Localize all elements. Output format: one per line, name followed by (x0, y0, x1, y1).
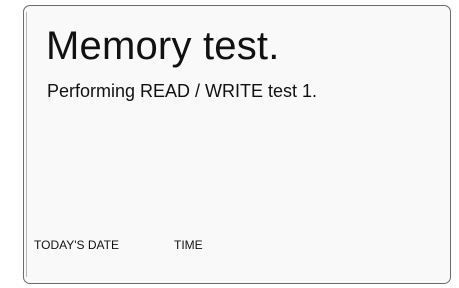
todays-date-label: TODAY'S DATE (34, 238, 119, 252)
screen-title: Memory test. (46, 24, 280, 68)
lcd-screen-panel: Memory test. Performing READ / WRITE tes… (23, 5, 451, 284)
test-status-text: Performing READ / WRITE test 1. (47, 81, 318, 101)
time-label: TIME (174, 238, 203, 252)
